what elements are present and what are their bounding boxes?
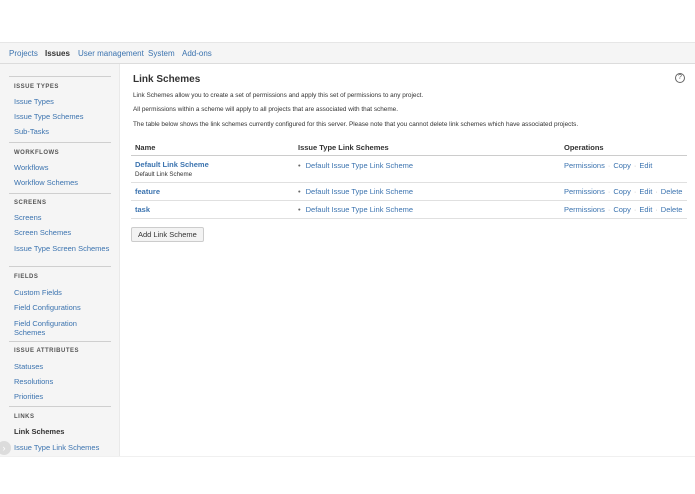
issue-type-scheme-item: • Default Issue Type Link Scheme: [298, 161, 413, 170]
sidebar-section-title: ISSUE TYPES: [14, 84, 59, 90]
sidebar-divider: [9, 76, 111, 77]
copy-link[interactable]: Copy: [613, 161, 631, 170]
sidebar-item-workflows[interactable]: Workflows: [14, 163, 110, 172]
sidebar-divider: [9, 142, 111, 143]
help-icon[interactable]: ?: [675, 73, 685, 83]
tab-projects[interactable]: Projects: [9, 49, 38, 58]
sidebar-item-issue-type-link-schemes[interactable]: Issue Type Link Schemes: [14, 443, 110, 452]
sidebar-item-field-configuration-schemes[interactable]: Field Configuration Schemes: [14, 319, 110, 337]
column-header-operations: Operations: [564, 143, 604, 152]
scheme-name-link[interactable]: feature: [135, 187, 160, 196]
issue-type-scheme-link[interactable]: Default Issue Type Link Scheme: [306, 187, 413, 196]
permissions-link[interactable]: Permissions: [564, 187, 605, 196]
sidebar-item-screen-schemes[interactable]: Screen Schemes: [14, 228, 110, 237]
sidebar-item-custom-fields[interactable]: Custom Fields: [14, 288, 110, 297]
row-operations: Permissions · Copy · Edit · Delete: [564, 205, 683, 214]
bullet-icon: •: [298, 187, 301, 196]
sidebar-item-workflow-schemes[interactable]: Workflow Schemes: [14, 178, 110, 187]
sidebar-section-title: LINKS: [14, 414, 35, 420]
row-operations: Permissions · Copy · Edit: [564, 161, 653, 170]
description-text: The table below shows the link schemes c…: [133, 121, 579, 128]
sidebar-section-title: ISSUE ATTRIBUTES: [14, 348, 80, 354]
sidebar-item-screens[interactable]: Screens: [14, 213, 110, 222]
sidebar-item-statuses[interactable]: Statuses: [14, 362, 110, 371]
delete-link[interactable]: Delete: [661, 205, 683, 214]
add-link-scheme-button[interactable]: Add Link Scheme: [131, 227, 204, 242]
sidebar-divider: [9, 406, 111, 407]
tab-user-management[interactable]: User management: [78, 49, 144, 58]
copy-link[interactable]: Copy: [613, 187, 631, 196]
description-text: All permissions within a scheme will app…: [133, 106, 398, 113]
issue-type-scheme-item: • Default Issue Type Link Scheme: [298, 205, 413, 214]
description-text: Link Schemes allow you to create a set o…: [133, 92, 424, 99]
sidebar-item-field-configurations[interactable]: Field Configurations: [14, 303, 110, 312]
issue-type-scheme-item: • Default Issue Type Link Scheme: [298, 187, 413, 196]
issue-type-scheme-link[interactable]: Default Issue Type Link Scheme: [306, 205, 413, 214]
scheme-name-link[interactable]: Default Link Scheme: [135, 160, 209, 169]
page-footer-area: [0, 456, 695, 494]
tab-issues[interactable]: Issues: [45, 49, 70, 58]
tab-system[interactable]: System: [148, 49, 175, 58]
sidebar-item-issue-type-screen-schemes[interactable]: Issue Type Screen Schemes: [14, 244, 110, 253]
bullet-icon: •: [298, 161, 301, 170]
sidebar: ISSUE TYPES Issue Types Issue Type Schem…: [0, 64, 120, 456]
edit-link[interactable]: Edit: [639, 187, 652, 196]
sidebar-item-issue-type-schemes[interactable]: Issue Type Schemes: [14, 112, 110, 121]
row-divider: [131, 182, 687, 183]
copy-link[interactable]: Copy: [613, 205, 631, 214]
scheme-description: Default Link Scheme: [135, 171, 193, 178]
sidebar-item-link-schemes[interactable]: Link Schemes: [14, 427, 110, 436]
permissions-link[interactable]: Permissions: [564, 205, 605, 214]
column-header-issue-type-link-schemes: Issue Type Link Schemes: [298, 143, 389, 152]
issue-type-scheme-link[interactable]: Default Issue Type Link Scheme: [306, 161, 413, 170]
sidebar-section-title: WORKFLOWS: [14, 150, 60, 156]
sidebar-divider: [9, 193, 111, 194]
sidebar-divider: [9, 341, 111, 342]
sidebar-item-priorities[interactable]: Priorities: [14, 392, 110, 401]
delete-link[interactable]: Delete: [661, 187, 683, 196]
admin-page: Projects Issues User management System A…: [0, 0, 695, 494]
tab-add-ons[interactable]: Add-ons: [182, 49, 212, 58]
sidebar-section-title: SCREENS: [14, 200, 47, 206]
scheme-name-link[interactable]: task: [135, 205, 150, 214]
edit-link[interactable]: Edit: [639, 205, 652, 214]
sidebar-divider: [9, 266, 111, 267]
permissions-link[interactable]: Permissions: [564, 161, 605, 170]
sidebar-item-resolutions[interactable]: Resolutions: [14, 377, 110, 386]
sidebar-item-sub-tasks[interactable]: Sub-Tasks: [14, 127, 110, 136]
sidebar-item-issue-types[interactable]: Issue Types: [14, 97, 110, 106]
row-operations: Permissions · Copy · Edit · Delete: [564, 187, 683, 196]
row-divider: [131, 200, 687, 201]
bullet-icon: •: [298, 205, 301, 214]
sidebar-section-title: FIELDS: [14, 274, 39, 280]
main-content: Link Schemes ? Link Schemes allow you to…: [121, 64, 695, 456]
table-header-divider: [131, 155, 687, 156]
row-divider: [131, 218, 687, 219]
column-header-name: Name: [135, 143, 156, 152]
admin-nav: Projects Issues User management System A…: [0, 42, 695, 64]
edit-link[interactable]: Edit: [639, 161, 652, 170]
page-title: Link Schemes: [133, 74, 201, 85]
